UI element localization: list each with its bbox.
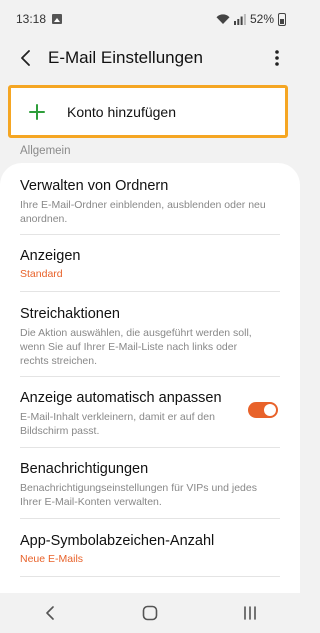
battery-icon	[278, 12, 286, 26]
navigation-bar	[0, 593, 300, 633]
divider	[20, 576, 280, 577]
nav-back-button[interactable]	[30, 593, 70, 633]
gallery-icon	[52, 14, 63, 24]
item-description: Die Aktion auswählen, die ausgeführt wer…	[20, 327, 252, 367]
item-title: Verwalten von Ordnern	[20, 178, 169, 194]
item-title: Benachrichtigungen	[20, 461, 149, 477]
item-description: Benachrichtigungseinstellungen für VIPs …	[20, 482, 257, 508]
nav-home-button[interactable]	[130, 593, 170, 633]
item-value: Neue E-Mails	[20, 553, 84, 565]
status-bar: 13:18 52%	[0, 0, 300, 38]
add-account-button[interactable]: Konto hinzufügen	[8, 85, 288, 138]
wifi-icon	[216, 13, 230, 24]
item-title: App-Symbolabzeichen-Anzahl	[20, 533, 215, 549]
settings-item-auto-fit[interactable]: Anzeige automatisch anpassen E-Mail-Inha…	[20, 389, 230, 438]
divider	[20, 234, 280, 235]
item-description: Ihre E-Mail-Ordner einblenden, ausblende…	[20, 199, 266, 225]
signal-icon	[233, 13, 246, 25]
battery-percent: 52%	[249, 12, 274, 26]
settings-item-swipe-actions[interactable]: Streichaktionen Die Aktion auswählen, di…	[20, 305, 280, 368]
divider	[20, 447, 280, 448]
add-account-label: Konto hinzufügen	[67, 103, 176, 120]
settings-item-badge-count[interactable]: App-Symbolabzeichen-Anzahl Neue E-Mails	[20, 532, 280, 565]
recents-back-icon	[46, 606, 54, 620]
status-time: 13:18	[16, 12, 47, 26]
toggle-knob	[264, 404, 276, 416]
home-icon	[142, 605, 158, 621]
status-right: 52%	[216, 12, 286, 26]
back-arrow-icon	[21, 50, 30, 66]
item-value: Standard	[20, 268, 63, 280]
item-title: Anzeigen	[20, 248, 81, 264]
section-header-general: Allgemein	[20, 145, 71, 157]
plus-icon	[17, 88, 57, 135]
auto-fit-toggle[interactable]	[248, 402, 278, 418]
item-title: Streichaktionen	[20, 306, 120, 322]
more-options-button[interactable]	[262, 38, 292, 78]
page-title: E-Mail Einstellungen	[48, 48, 203, 67]
recent-apps-icon	[244, 606, 256, 620]
settings-list: Verwalten von Ordnern Ihre E-Mail-Ordner…	[0, 163, 300, 593]
divider	[20, 376, 280, 377]
item-title: Anzeige automatisch anpassen	[20, 390, 222, 406]
divider	[20, 518, 280, 519]
back-button[interactable]	[6, 38, 46, 78]
settings-item-display[interactable]: Anzeigen Standard	[20, 247, 280, 280]
status-left: 13:18	[16, 12, 63, 26]
divider	[20, 291, 280, 292]
settings-item-manage-folders[interactable]: Verwalten von Ordnern Ihre E-Mail-Ordner…	[20, 177, 280, 226]
app-bar: E-Mail Einstellungen	[0, 38, 300, 78]
item-description: E-Mail-Inhalt verkleinern, damit er auf …	[20, 411, 215, 437]
more-vertical-icon	[275, 50, 279, 66]
nav-recents-button[interactable]	[230, 593, 270, 633]
settings-item-notifications[interactable]: Benachrichtigungen Benachrichtigungseins…	[20, 460, 280, 509]
